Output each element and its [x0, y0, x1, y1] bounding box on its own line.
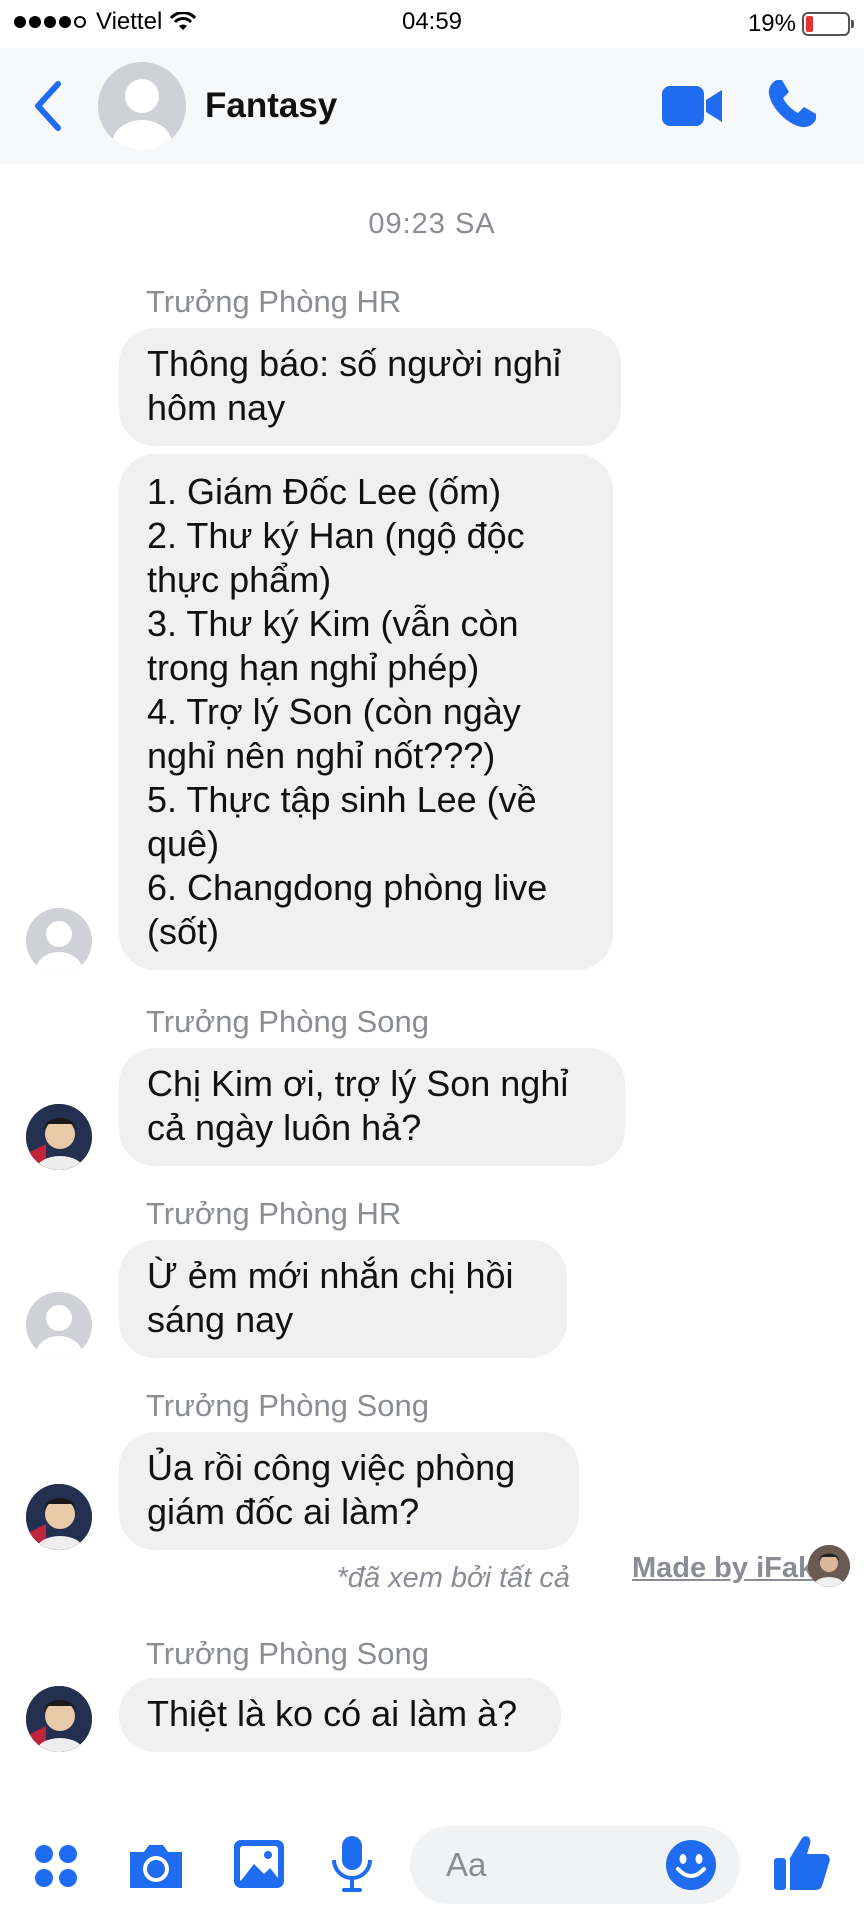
default-avatar-icon [112, 79, 172, 150]
sender-avatar[interactable] [26, 1484, 92, 1550]
message-bubble[interactable]: Ủa rồi công việc phòng giám đốc ai làm? [119, 1432, 579, 1550]
default-avatar-icon [36, 921, 82, 974]
message-text: 2. Thư ký Han (ngộ độc [147, 515, 525, 556]
message-text: hôm nay [147, 387, 286, 428]
message-text: Thiệt là ko có ai làm à? [147, 1693, 518, 1734]
message-text: (sốt) [147, 911, 219, 952]
message-input[interactable]: Aa [410, 1826, 740, 1904]
message-text: 4. Trợ lý Son (còn ngày [147, 691, 521, 732]
watermark-photo-icon [808, 1545, 850, 1587]
message-text: 6. Changdong phòng live [147, 867, 548, 908]
message-bubble[interactable]: Thiệt là ko có ai làm à? [119, 1678, 561, 1752]
battery-icon [802, 12, 854, 36]
message-text: trong hạn nghỉ phép) [147, 647, 480, 688]
sender-name: Trưởng Phòng HR [146, 1196, 402, 1231]
message-input-placeholder: Aa [446, 1846, 487, 1883]
watermark-text: Made by iFake [632, 1552, 831, 1584]
message-text: Chị Kim ơi, trợ lý Son nghỉ [147, 1063, 569, 1104]
sender-name: Trưởng Phòng HR [146, 284, 402, 319]
message-text: Thông báo: số người nghỉ [147, 343, 561, 384]
default-avatar-icon [36, 1305, 82, 1358]
status-right: 19% [747, 10, 854, 38]
profile-photo-icon [26, 1104, 92, 1170]
message-text: thực phẩm) [147, 559, 332, 600]
message-text: quê) [147, 823, 220, 864]
sender-name: Trưởng Phòng Song [146, 1388, 429, 1423]
status-time: 04:59 [401, 8, 463, 35]
grid-dots-icon[interactable] [32, 1842, 80, 1890]
message-text: Ủa rồi công việc phòng [147, 1447, 516, 1488]
watermark-avatar [808, 1545, 850, 1587]
emoji-icon[interactable] [664, 1838, 718, 1892]
status-bar: Viettel 04:59 19% [0, 0, 864, 48]
message-text: 3. Thư ký Kim (vẫn còn [147, 603, 519, 644]
phone-icon[interactable] [764, 76, 820, 132]
conversation-header: Fantasy [0, 48, 864, 164]
back-chevron-icon[interactable] [28, 78, 68, 134]
sender-avatar[interactable] [26, 1686, 92, 1752]
message-text: giám đốc ai làm? [147, 1491, 420, 1532]
camera-icon[interactable] [126, 1842, 186, 1890]
sender-name: Trưởng Phòng Song [146, 1636, 429, 1671]
video-call-icon[interactable] [660, 80, 724, 132]
battery-percent: 19% [747, 10, 796, 37]
contact-avatar[interactable] [98, 62, 186, 150]
message-text: Ừ ẻm mới nhắn chị hồi [147, 1255, 514, 1296]
profile-photo-icon [26, 1484, 92, 1550]
conversation-title[interactable]: Fantasy [205, 86, 337, 126]
profile-photo-icon [26, 1686, 92, 1752]
message-bubble[interactable]: Ừ ẻm mới nhắn chị hồi sáng nay [119, 1240, 567, 1358]
sender-name: Trưởng Phòng Song [146, 1004, 429, 1039]
message-bubble[interactable]: 1. Giám Đốc Lee (ốm) 2. Thư ký Han (ngộ … [119, 454, 613, 970]
message-text: cả ngày luôn hả? [147, 1107, 422, 1148]
message-bubble[interactable]: Thông báo: số người nghỉ hôm nay [119, 328, 621, 446]
message-text: 1. Giám Đốc Lee (ốm) [147, 471, 502, 512]
like-thumb-icon[interactable] [772, 1832, 832, 1894]
message-composer: Aa [0, 1804, 864, 1920]
message-timestamp: 09:23 SA [368, 208, 496, 240]
sender-avatar[interactable] [26, 908, 92, 974]
message-bubble[interactable]: Chị Kim ơi, trợ lý Son nghỉ cả ngày luôn… [119, 1048, 625, 1166]
message-text: 5. Thực tập sinh Lee (về [147, 779, 537, 820]
seen-receipt: *đã xem bởi tất cả [336, 1562, 570, 1594]
sender-avatar[interactable] [26, 1292, 92, 1358]
image-icon[interactable] [232, 1838, 286, 1890]
sender-avatar[interactable] [26, 1104, 92, 1170]
microphone-icon[interactable] [330, 1834, 374, 1894]
message-text: sáng nay [147, 1299, 294, 1340]
message-text: nghỉ nên nghỉ nốt???) [147, 735, 496, 776]
